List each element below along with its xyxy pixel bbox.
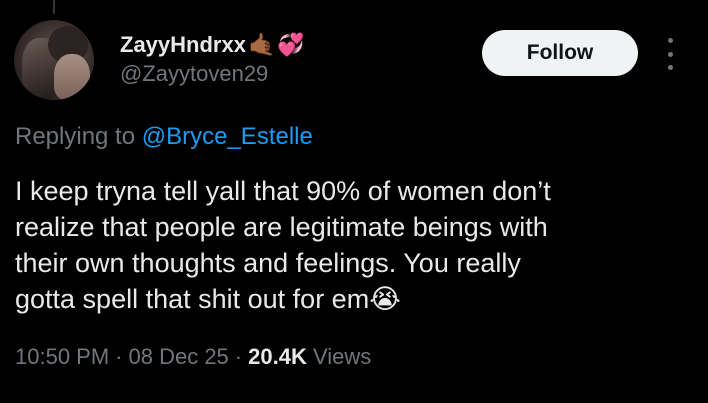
- user-handle[interactable]: @Zayytoven29: [120, 60, 305, 88]
- tweet-text-line: realize that people are legitimate being…: [15, 212, 548, 242]
- loudly-crying-face-emoji-icon: 😭: [369, 284, 401, 314]
- tweet-text-line: gotta spell that shit out for em: [15, 284, 370, 314]
- replying-to-mention-link[interactable]: @Bryce_Estelle: [142, 123, 313, 150]
- tweet-text-line: their own thoughts and feelings. You rea…: [15, 248, 521, 278]
- call-me-hand-emoji-icon: 🤙🏾: [247, 32, 276, 57]
- tweet-metadata: 10:50 PM · 08 Dec 25 · 20.4K Views: [15, 342, 371, 372]
- user-info: ZayyHndrxx 🤙🏾 💞 @Zayytoven29: [120, 32, 305, 88]
- replying-to-label: Replying to: [15, 123, 142, 150]
- tweet-text-line-last: gotta spell that shit out for em😭: [15, 281, 695, 317]
- meta-separator: ·: [115, 344, 123, 369]
- views-label: Views: [312, 344, 372, 369]
- meta-separator: ·: [234, 344, 243, 369]
- more-dot: [667, 51, 673, 57]
- avatar-photo-shape: [54, 54, 90, 100]
- tweet-text-line: I keep tryna tell yall that 90% of women…: [15, 176, 551, 206]
- views-link[interactable]: 20.4K Views: [248, 344, 371, 369]
- display-name: ZayyHndrxx: [120, 32, 246, 57]
- thread-connector-line: [53, 0, 55, 14]
- tweet-date-link[interactable]: 08 Dec 25: [129, 344, 229, 369]
- tweet-time-link[interactable]: 10:50 PM: [15, 344, 109, 369]
- replying-to-context: Replying to @Bryce_Estelle: [15, 121, 313, 153]
- follow-button[interactable]: Follow: [482, 30, 638, 76]
- revolving-hearts-emoji-icon: 💞: [277, 32, 305, 57]
- avatar[interactable]: [14, 20, 94, 100]
- more-dot: [667, 65, 673, 70]
- more-vertical-icon[interactable]: [660, 38, 680, 70]
- views-count: 20.4K: [248, 344, 307, 369]
- display-name-link[interactable]: ZayyHndrxx 🤙🏾 💞: [120, 32, 305, 58]
- more-dot: [667, 38, 673, 43]
- tweet-text: I keep tryna tell yall that 90% of women…: [15, 173, 695, 317]
